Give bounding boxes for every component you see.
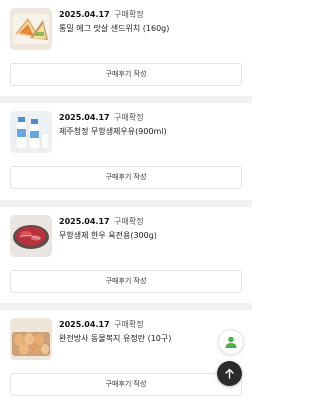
write-review-button[interactable]: 구매후기 작성: [10, 373, 242, 396]
order-date: 2025.04.17: [59, 113, 110, 122]
order-status: 구매확정: [114, 113, 144, 122]
scroll-to-top-button[interactable]: [217, 361, 242, 386]
product-name[interactable]: 무항생제 한우 육전용(300g): [59, 231, 157, 241]
product-name[interactable]: 제주청정 무항생제우유(900ml): [59, 127, 167, 137]
product-name[interactable]: 완전방사 동물복지 유정란 (10구): [59, 334, 171, 344]
eggs-image[interactable]: [10, 318, 52, 360]
order-status: 구매확정: [114, 10, 144, 19]
order-date: 2025.04.17: [59, 320, 110, 329]
order-meta: 2025.04.17 구매확정: [59, 320, 144, 330]
write-review-button[interactable]: 구매후기 작성: [10, 63, 242, 86]
order-status: 구매확정: [114, 217, 144, 226]
arrow-up-icon: [225, 368, 234, 379]
order-card: 2025.04.17 구매확정 완전방사 동물복지 유정란 (10구) 구매후기…: [0, 310, 252, 406]
order-status: 구매확정: [114, 320, 144, 329]
milk-bottle-image[interactable]: [10, 111, 52, 153]
order-date: 2025.04.17: [59, 10, 110, 19]
order-meta: 2025.04.17 구매확정: [59, 113, 144, 123]
raw-beef-image[interactable]: [10, 215, 52, 257]
section-divider: [0, 96, 252, 103]
order-meta: 2025.04.17 구매확정: [59, 10, 144, 20]
order-card: 2025.04.17 구매확정 무항생제 한우 육전용(300g) 구매후기 작…: [0, 207, 252, 303]
profile-button[interactable]: [218, 329, 244, 355]
order-date: 2025.04.17: [59, 217, 110, 226]
order-card: 2025.04.17 구매확정 제주청정 무항생제우유(900ml) 구매후기 …: [0, 103, 252, 199]
write-review-button[interactable]: 구매후기 작성: [10, 270, 242, 293]
order-card: 2025.04.17 구매확정 통밀 에그 맛살 샌드위치 (160g) 구매후…: [0, 0, 252, 96]
section-divider: [0, 303, 252, 310]
person-icon: [225, 336, 237, 348]
section-divider: [0, 200, 252, 207]
order-meta: 2025.04.17 구매확정: [59, 217, 144, 227]
write-review-button[interactable]: 구매후기 작성: [10, 166, 242, 189]
product-name[interactable]: 통밀 에그 맛살 샌드위치 (160g): [59, 24, 169, 34]
sandwich-image[interactable]: [10, 8, 52, 50]
